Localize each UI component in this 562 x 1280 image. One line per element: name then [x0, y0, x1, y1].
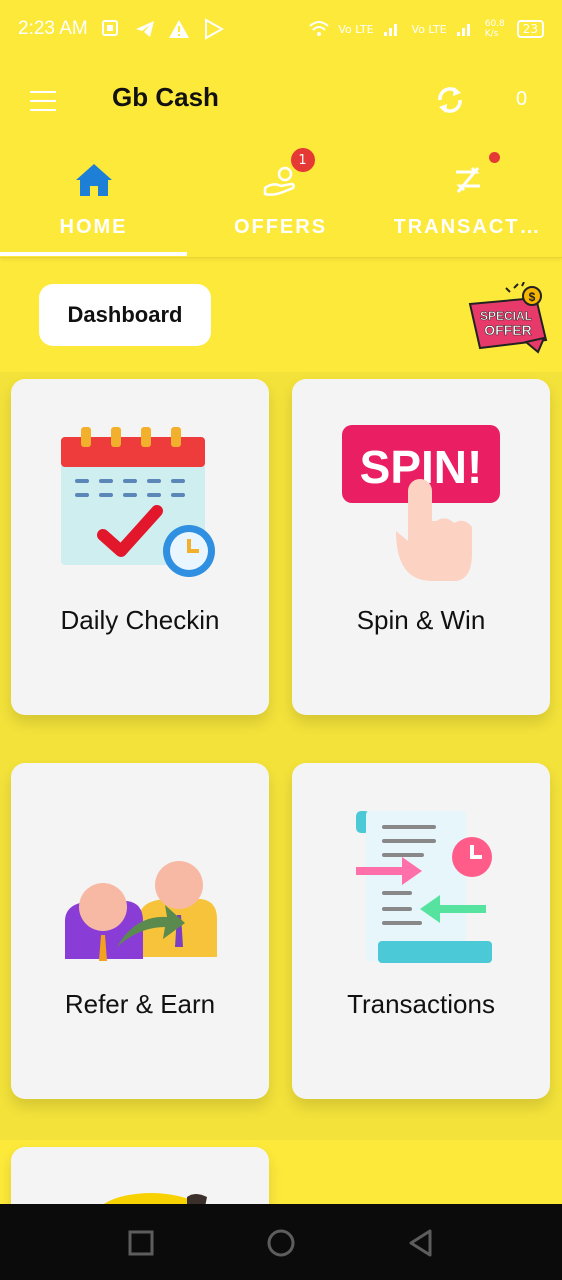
network-label-1: Vo LTE — [338, 22, 374, 36]
app-title: Gb Cash — [112, 82, 219, 112]
home-icon — [72, 158, 116, 202]
back-triangle-icon[interactable] — [404, 1226, 438, 1260]
tab-offers-label: OFFERS — [233, 216, 328, 238]
partial-card-art — [95, 1193, 207, 1227]
coin-count: 0 — [516, 88, 528, 110]
spin-icon: SPIN! — [342, 425, 500, 581]
signal-icon — [455, 18, 477, 40]
tab-home[interactable]: HOME — [0, 142, 187, 256]
refer-earn-label: Refer & Earn — [64, 989, 216, 1019]
transactions-card[interactable]: Transactions — [292, 763, 550, 1099]
status-bar: 2:23 AM Vo LTE Vo LTE 60.8 K/s 23 — [0, 0, 562, 58]
spin-win-label: Spin & Win — [356, 605, 486, 635]
status-right: Vo LTE Vo LTE 60.8 K/s 23 — [308, 18, 544, 40]
battery-indicator: 23 — [516, 20, 544, 38]
tab-offers[interactable]: 1 OFFERS — [187, 142, 374, 256]
wifi-icon — [308, 18, 330, 40]
refer-earn-card[interactable]: Refer & Earn — [11, 763, 269, 1099]
dashboard-button[interactable]: Dashboard — [39, 284, 211, 346]
spin-win-card[interactable]: SPIN! Spin & Win — [292, 379, 550, 715]
special-offer-line-2: OFFER — [484, 322, 531, 338]
hamburger-menu-icon[interactable] — [30, 90, 58, 112]
status-time: 2:23 AM — [18, 18, 88, 39]
transactions-icon — [446, 152, 500, 202]
refresh-icon[interactable] — [434, 82, 466, 118]
special-offer-line-1: SPECIAL — [480, 309, 532, 323]
transactions-dot — [488, 152, 500, 163]
svg-text:$: $ — [529, 290, 536, 304]
refer-people-icon — [65, 861, 217, 961]
screen-record-icon — [100, 18, 122, 40]
tab-home-label: HOME — [59, 216, 128, 238]
tab-transactions-label: TRANSACT… — [393, 216, 542, 238]
network-speed: 60.8 K/s — [484, 19, 505, 39]
tab-indicator — [0, 252, 187, 256]
offers-badge: 1 — [290, 148, 315, 172]
calendar-check-icon — [61, 427, 215, 577]
tab-bar: HOME 1 OFFERS TRANSACT… — [0, 142, 562, 258]
telegram-icon — [134, 18, 156, 40]
warning-icon — [168, 18, 190, 40]
signal-icon — [382, 18, 404, 40]
network-label-2: Vo LTE — [411, 22, 447, 36]
app-bar: Gb Cash 0 — [0, 58, 562, 142]
tab-transactions[interactable]: TRANSACT… — [374, 142, 561, 256]
recents-square-icon[interactable] — [124, 1226, 158, 1260]
system-nav-bar — [0, 1204, 562, 1280]
offers-hand-icon: 1 — [259, 148, 315, 202]
play-store-icon — [202, 18, 224, 40]
transactions-doc-icon — [356, 811, 492, 963]
special-offer-badge[interactable]: $ SPECIAL OFFER — [466, 281, 550, 354]
dashboard-label: Dashboard — [67, 302, 183, 327]
daily-checkin-card[interactable]: Daily Checkin — [11, 379, 269, 715]
transactions-label: Transactions — [347, 989, 495, 1019]
home-circle-icon[interactable] — [264, 1226, 298, 1260]
status-left: 2:23 AM — [18, 18, 224, 40]
daily-checkin-label: Daily Checkin — [60, 605, 220, 635]
